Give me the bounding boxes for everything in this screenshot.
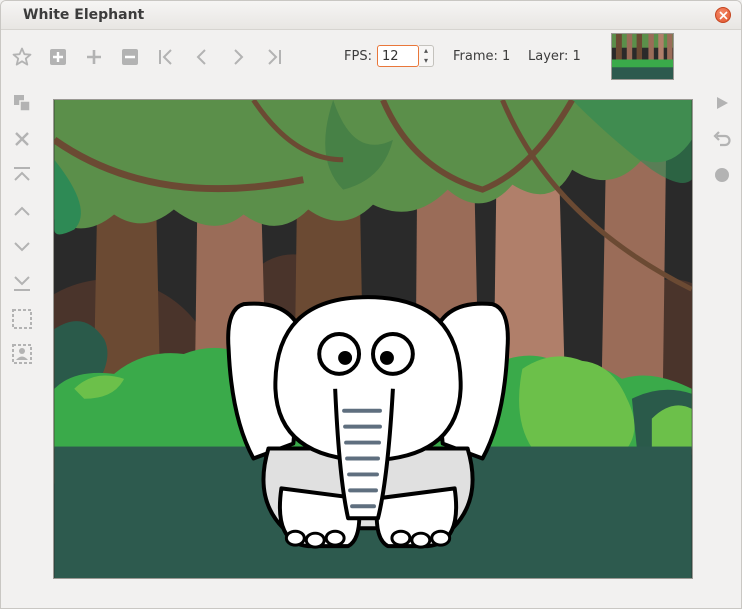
fps-spinner[interactable]: ▴ ▾ [419, 45, 434, 67]
app-window: White Elephant FPS: ▴ ▾ Frame: 1 Layer: … [0, 0, 742, 609]
title-bar: White Elephant [1, 1, 741, 30]
move-up-icon[interactable] [9, 198, 35, 224]
undo-icon[interactable] [709, 126, 735, 152]
close-icon [719, 11, 728, 20]
fps-label: FPS: [344, 49, 372, 64]
frame-indicator: Frame: 1 [453, 49, 511, 64]
spin-up-icon[interactable]: ▴ [419, 46, 433, 56]
last-frame-icon[interactable] [261, 44, 287, 70]
move-to-bottom-icon[interactable] [9, 270, 35, 296]
move-down-icon[interactable] [9, 234, 35, 260]
delete-layer-icon[interactable] [9, 126, 35, 152]
star-icon[interactable] [9, 44, 35, 70]
previous-frame-icon[interactable] [189, 44, 215, 70]
close-button[interactable] [715, 7, 731, 23]
jungle-elephant-illustration [54, 100, 692, 578]
play-icon[interactable] [709, 90, 735, 116]
drawing-canvas[interactable] [53, 99, 693, 579]
first-frame-icon[interactable] [153, 44, 179, 70]
move-to-top-icon[interactable] [9, 162, 35, 188]
duplicate-layer-icon[interactable] [9, 90, 35, 116]
window-title: White Elephant [23, 7, 145, 23]
spin-down-icon[interactable]: ▾ [419, 56, 433, 66]
next-frame-icon[interactable] [225, 44, 251, 70]
minus-icon[interactable] [117, 44, 143, 70]
record-icon[interactable] [709, 162, 735, 188]
plus-icon[interactable] [81, 44, 107, 70]
fps-input[interactable] [377, 45, 419, 67]
layer-image-icon[interactable] [9, 341, 35, 367]
layer-indicator: Layer: 1 [528, 49, 581, 64]
frame-thumbnail[interactable] [611, 33, 674, 80]
add-frame-icon[interactable] [45, 44, 71, 70]
select-region-icon[interactable] [9, 306, 35, 332]
